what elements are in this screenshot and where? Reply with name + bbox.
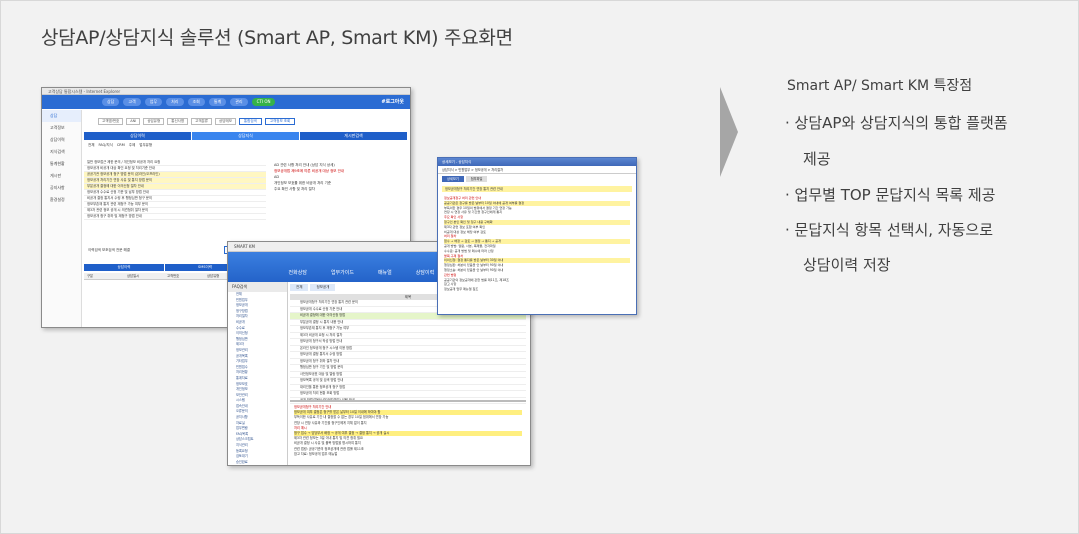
nav-pill[interactable]: 상담 — [102, 98, 120, 106]
popup-line: 정보공개 업무 매뉴얼 참조 — [444, 287, 479, 292]
bottom-tab[interactable]: 상담이력 — [84, 264, 164, 271]
nav-pill[interactable]: 관리 — [230, 98, 248, 106]
side-menu-item[interactable]: 환경설정 — [42, 194, 81, 206]
window-titlebar: 고객상담 통합시스템 - Internet Explorer — [42, 88, 410, 95]
side-menu: 상담 고객정보 상담이력 지식검색 통계현황 게시판 공지사항 환경설정 — [42, 110, 82, 327]
toolbar-button[interactable]: 고객정보 조회 — [264, 117, 296, 125]
page-title: 상담AP/상담지식 솔루션 (Smart AP, Smart KM) 주요화면 — [41, 27, 513, 49]
popup-title: 상세보기 - 상담지식 — [438, 158, 636, 166]
popup-path: 상담지식 > 민원업무 > 정보공개 > 처리절차 — [438, 166, 636, 174]
tab-item[interactable]: 상담이력 — [84, 132, 191, 140]
list-item[interactable]: 정보공개 청구 취하 및 재청구 방법 안내 — [84, 214, 266, 220]
km-menu-item[interactable]: 업무가이드 — [331, 269, 354, 276]
side-menu-item[interactable]: 공지사항 — [42, 182, 81, 194]
sub-tab[interactable]: 업무유형 — [139, 143, 152, 148]
km-tab[interactable]: 정보공개 — [310, 284, 336, 291]
km-list: 정보공개청구 처리기간 연장 통지 관련 문의 정보공개 수수료 산정 기준 안내… — [290, 300, 526, 404]
km-tab[interactable]: 전체 — [290, 284, 309, 291]
toolbar: 고객명/번호 ANI 상담유형 통신사명 고객분류 상담메모 통합검색 고객정보 조회 — [84, 112, 408, 130]
grid-header-cell: 고객번호 — [167, 274, 180, 278]
knowledge-list: 일반 정보접근 제한 문의 / 개인정보 비공개 처리 요청 정보공개 비공개 대… — [84, 160, 266, 242]
grid-header-cell: 구분 — [87, 274, 94, 278]
feature-item-3: · 문답지식 항목 선택시, 자동으로 — [785, 221, 994, 239]
grid-header-cell: 상담일시 — [127, 274, 140, 278]
faq-tree: FAQ검색 전체 민원업무 정보공개 청구방법 처리절차 비공개 수수료 이의신청 행정심판 제3… — [228, 282, 288, 465]
km-detail: 정보공개청구 처리기간 안내 정보공개 여부 결정은 청구를 받은 날부터 10일… — [290, 400, 526, 465]
km-menu-item[interactable]: 전화상담 — [289, 269, 307, 276]
popup-tabs: 상세보기 첨부파일 — [438, 174, 636, 184]
toolbar-button[interactable]: 통합검색 — [238, 117, 262, 125]
slide: 상담AP/상담지식 솔루션 (Smart AP, Smart KM) 주요화면 … — [0, 0, 1079, 534]
toolbar-field[interactable]: 고객분류 — [191, 117, 212, 125]
popup-tab[interactable]: 상세보기 — [442, 176, 464, 182]
detail-line: 참고 자료: 정보공개 업무 매뉴얼 — [294, 451, 338, 456]
feature-item-2: · 업무별 TOP 문답지식 목록 제공 — [785, 186, 996, 204]
popup-subject: 정보공개청구 처리기간 연장 통지 관련 안내 — [442, 186, 632, 192]
faq-tree-header: FAQ검색 — [228, 282, 287, 292]
chevron-right-icon — [720, 87, 738, 177]
top-navigation: #로그아웃 상담 고객 업무 처리 조회 통계 관리 CTI ON — [42, 95, 410, 109]
side-menu-item[interactable]: 상담 — [42, 110, 81, 122]
toolbar-field[interactable]: 상담유형 — [143, 117, 165, 125]
nav-pill[interactable]: 조회 — [187, 98, 205, 106]
feature-item-1: · 상담AP와 상담지식의 통합 플랫폼 — [785, 114, 1008, 132]
popup-tab[interactable]: 첨부파일 — [465, 176, 488, 182]
km-menu-item[interactable]: 매뉴얼 — [378, 269, 392, 276]
side-menu-item[interactable]: 통계현황 — [42, 158, 81, 170]
popup-body: 정보공개청구 처리 관련 안내 공공기관은 청구를 받은 날부터 10일 이내에 … — [438, 194, 636, 312]
screenshot-detail-popup: 상세보기 - 상담지식 상담지식 > 민원업무 > 정보공개 > 처리절차 상세… — [437, 157, 637, 315]
features-heading: Smart AP/ Smart KM 특장점 — [787, 78, 973, 94]
nav-pill[interactable]: 처리 — [166, 98, 184, 106]
window-title: 고객상담 통합시스템 - Internet Explorer — [48, 89, 121, 94]
logout-link[interactable]: #로그아웃 — [381, 98, 404, 105]
side-menu-item[interactable]: 게시판 — [42, 170, 81, 182]
knowledge-detail: AD 관련 사항 처리 안내 (상담 지식 상세) 정보공개법 제9조에 따른 비… — [270, 160, 408, 242]
sub-tab[interactable]: CRM — [117, 143, 125, 147]
nav-pill[interactable]: 고객 — [123, 98, 141, 106]
tab-item[interactable]: 게시판검색 — [300, 132, 407, 140]
side-menu-item[interactable]: 지식검색 — [42, 146, 81, 158]
nav-pill[interactable]: 업무 — [144, 98, 163, 106]
toolbar-field[interactable]: 고객명/번호 — [98, 117, 124, 125]
tab-bar: 상담이력 상담지식 게시판검색 — [84, 132, 408, 140]
sub-tab[interactable]: 주제 — [129, 143, 135, 148]
side-menu-item[interactable]: 상담이력 — [42, 134, 81, 146]
sub-tab[interactable]: 전체 — [88, 143, 94, 148]
nav-pill[interactable]: 통계 — [208, 98, 227, 106]
toolbar-field[interactable]: 통신사명 — [167, 117, 189, 125]
toolbar-field[interactable]: ANI — [126, 117, 141, 125]
feature-item-1-cont: 제공 — [803, 150, 831, 168]
tab-item[interactable]: 상담지식 — [192, 132, 299, 140]
cti-toggle-button[interactable]: CTI ON — [251, 98, 276, 106]
sub-tab[interactable]: FAQ/지식 — [98, 143, 112, 148]
feature-item-3-cont: 상담이력 저장 — [803, 256, 891, 274]
sub-tabs: 전체 FAQ/지식 CRM 주제 업무유형 — [84, 140, 408, 150]
toolbar-field[interactable]: 상담메모 — [215, 117, 236, 125]
km-menu-item[interactable]: 상담이력 — [416, 269, 434, 276]
detail-line: 주요 확인 사항 및 처리 절차 — [274, 187, 315, 191]
side-menu-item[interactable]: 고객정보 — [42, 122, 81, 134]
